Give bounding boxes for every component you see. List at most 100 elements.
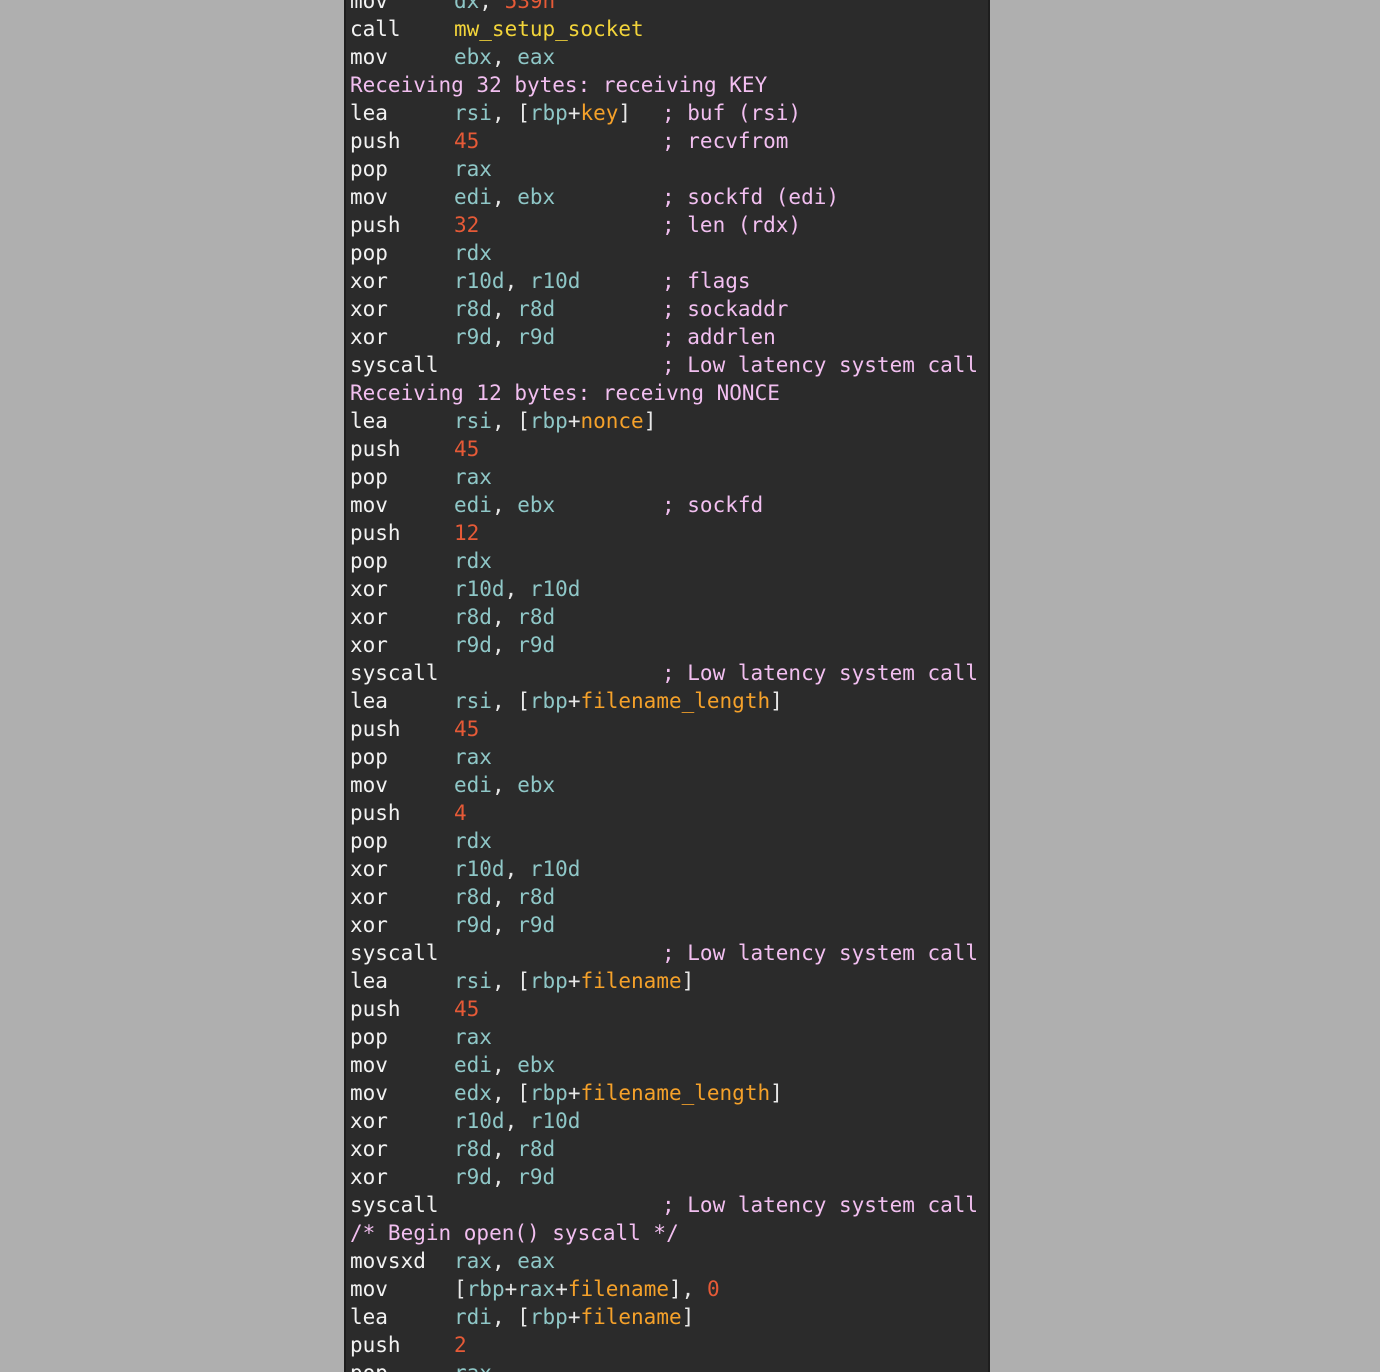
register-operand: ebx	[517, 773, 556, 797]
register-operand: r8d	[454, 297, 492, 321]
register-operand: rbp	[529, 689, 568, 713]
register-operand: dx	[454, 0, 480, 13]
register-operand: r9d	[517, 1165, 556, 1189]
immediate-operand: 45	[454, 437, 480, 461]
punctuation: ]	[618, 101, 632, 125]
register-operand: r9d	[517, 325, 556, 349]
instruction-operands: r8d, r8d	[454, 295, 555, 323]
punctuation: ,	[491, 913, 518, 937]
instruction-mnemonic: syscall	[350, 353, 439, 377]
register-operand: edi	[454, 773, 492, 797]
instruction-operands: rsi, [rbp+filename]	[454, 967, 694, 995]
register-operand: rbp	[529, 101, 568, 125]
instruction-mnemonic: mov	[350, 45, 388, 69]
instruction-mnemonic: pop	[350, 465, 388, 489]
register-operand: eax	[517, 45, 556, 69]
instruction-mnemonic: pop	[350, 745, 388, 769]
immediate-operand: 32	[454, 213, 480, 237]
instruction-operands: edi, ebx	[454, 771, 555, 799]
punctuation: ,	[491, 1053, 518, 1077]
instruction-operands: 4	[454, 799, 467, 827]
register-operand: r10d	[529, 269, 581, 293]
register-operand: r9d	[454, 1165, 492, 1189]
register-operand: r8d	[454, 1137, 492, 1161]
instruction-comment: ; Low latency system call	[662, 661, 979, 685]
register-operand: r8d	[454, 885, 492, 909]
immediate-operand: 539h	[504, 0, 556, 13]
instruction-comment: ; sockfd (edi)	[662, 185, 840, 209]
instruction-mnemonic: lea	[350, 1305, 388, 1329]
immediate-operand: 0	[706, 1277, 720, 1301]
instruction-operands: [rbp+rax+filename], 0	[454, 1275, 720, 1303]
register-operand: edi	[454, 185, 492, 209]
variable-operand[interactable]: filename_length	[580, 1081, 770, 1105]
instruction-mnemonic: push	[350, 129, 401, 153]
punctuation: ,	[491, 297, 518, 321]
instruction-operands: r9d, r9d	[454, 1163, 555, 1191]
register-operand: rsi	[454, 689, 492, 713]
instruction-comment: ; Low latency system call	[662, 1193, 979, 1217]
register-operand: ebx	[517, 493, 556, 517]
punctuation: ,	[491, 773, 518, 797]
punctuation: +	[567, 409, 581, 433]
register-operand: rsi	[454, 101, 492, 125]
punctuation: +	[567, 101, 581, 125]
punctuation: ,	[491, 1165, 518, 1189]
punctuation: , [	[491, 101, 530, 125]
instruction-comment: ; recvfrom	[662, 129, 789, 153]
instruction-mnemonic: push	[350, 717, 401, 741]
immediate-operand: 12	[454, 521, 480, 545]
register-operand: eax	[517, 1249, 556, 1273]
punctuation: ,	[491, 633, 518, 657]
punctuation: ,	[491, 1137, 518, 1161]
variable-operand[interactable]: filename	[580, 969, 681, 993]
variable-operand[interactable]: filename	[568, 1277, 669, 1301]
disassembly-panel[interactable]: mov dx, 539h call mw_setup_socket mov ebx, ea…	[344, 0, 990, 1372]
instruction-comment: ; flags	[662, 269, 751, 293]
function-name[interactable]: mw_setup_socket	[454, 17, 644, 41]
punctuation: ],	[669, 1277, 707, 1301]
punctuation: ,	[479, 0, 505, 13]
instruction-mnemonic: mov	[350, 185, 388, 209]
instruction-mnemonic: lea	[350, 409, 388, 433]
instruction-mnemonic: mov	[350, 0, 388, 13]
register-operand: r10d	[454, 1109, 505, 1133]
instruction-mnemonic: movsxd	[350, 1249, 426, 1273]
punctuation: +	[567, 1081, 581, 1105]
immediate-operand: 45	[454, 717, 480, 741]
instruction-mnemonic: pop	[350, 1025, 388, 1049]
instruction-comment: ; len (rdx)	[662, 213, 802, 237]
register-operand: r10d	[454, 269, 505, 293]
instruction-operands: edx, [rbp+filename_length]	[454, 1079, 783, 1107]
punctuation: ,	[491, 885, 518, 909]
register-operand: ebx	[454, 45, 492, 69]
variable-operand[interactable]: filename_length	[580, 689, 770, 713]
instruction-comment: ; Low latency system call	[662, 941, 979, 965]
punctuation: ,	[491, 45, 518, 69]
register-operand: r8d	[454, 605, 492, 629]
register-operand: ebx	[517, 1053, 556, 1077]
instruction-mnemonic: xor	[350, 1137, 388, 1161]
immediate-operand: 45	[454, 997, 480, 1021]
variable-operand[interactable]: key	[580, 101, 618, 125]
register-operand: rbp	[466, 1277, 505, 1301]
instruction-mnemonic: lea	[350, 969, 388, 993]
punctuation: ,	[504, 577, 530, 601]
instruction-operands: r10d, r10d	[454, 267, 580, 295]
instruction-operands: 12	[454, 519, 479, 547]
instruction-mnemonic: xor	[350, 269, 388, 293]
instruction-mnemonic: mov	[350, 1277, 388, 1301]
punctuation: ,	[491, 185, 518, 209]
instruction-mnemonic: pop	[350, 829, 388, 853]
instruction-comment: ; Low latency system call	[662, 353, 979, 377]
variable-operand[interactable]: filename	[580, 1305, 681, 1329]
punctuation: +	[567, 969, 581, 993]
register-operand: r8d	[517, 297, 556, 321]
punctuation: +	[567, 1305, 581, 1329]
register-operand: ebx	[517, 185, 556, 209]
immediate-operand: 4	[454, 801, 467, 825]
register-operand: edi	[454, 1053, 492, 1077]
register-operand: r8d	[517, 605, 556, 629]
instruction-operands: dx, 539h	[454, 0, 555, 15]
variable-operand[interactable]: nonce	[580, 409, 643, 433]
